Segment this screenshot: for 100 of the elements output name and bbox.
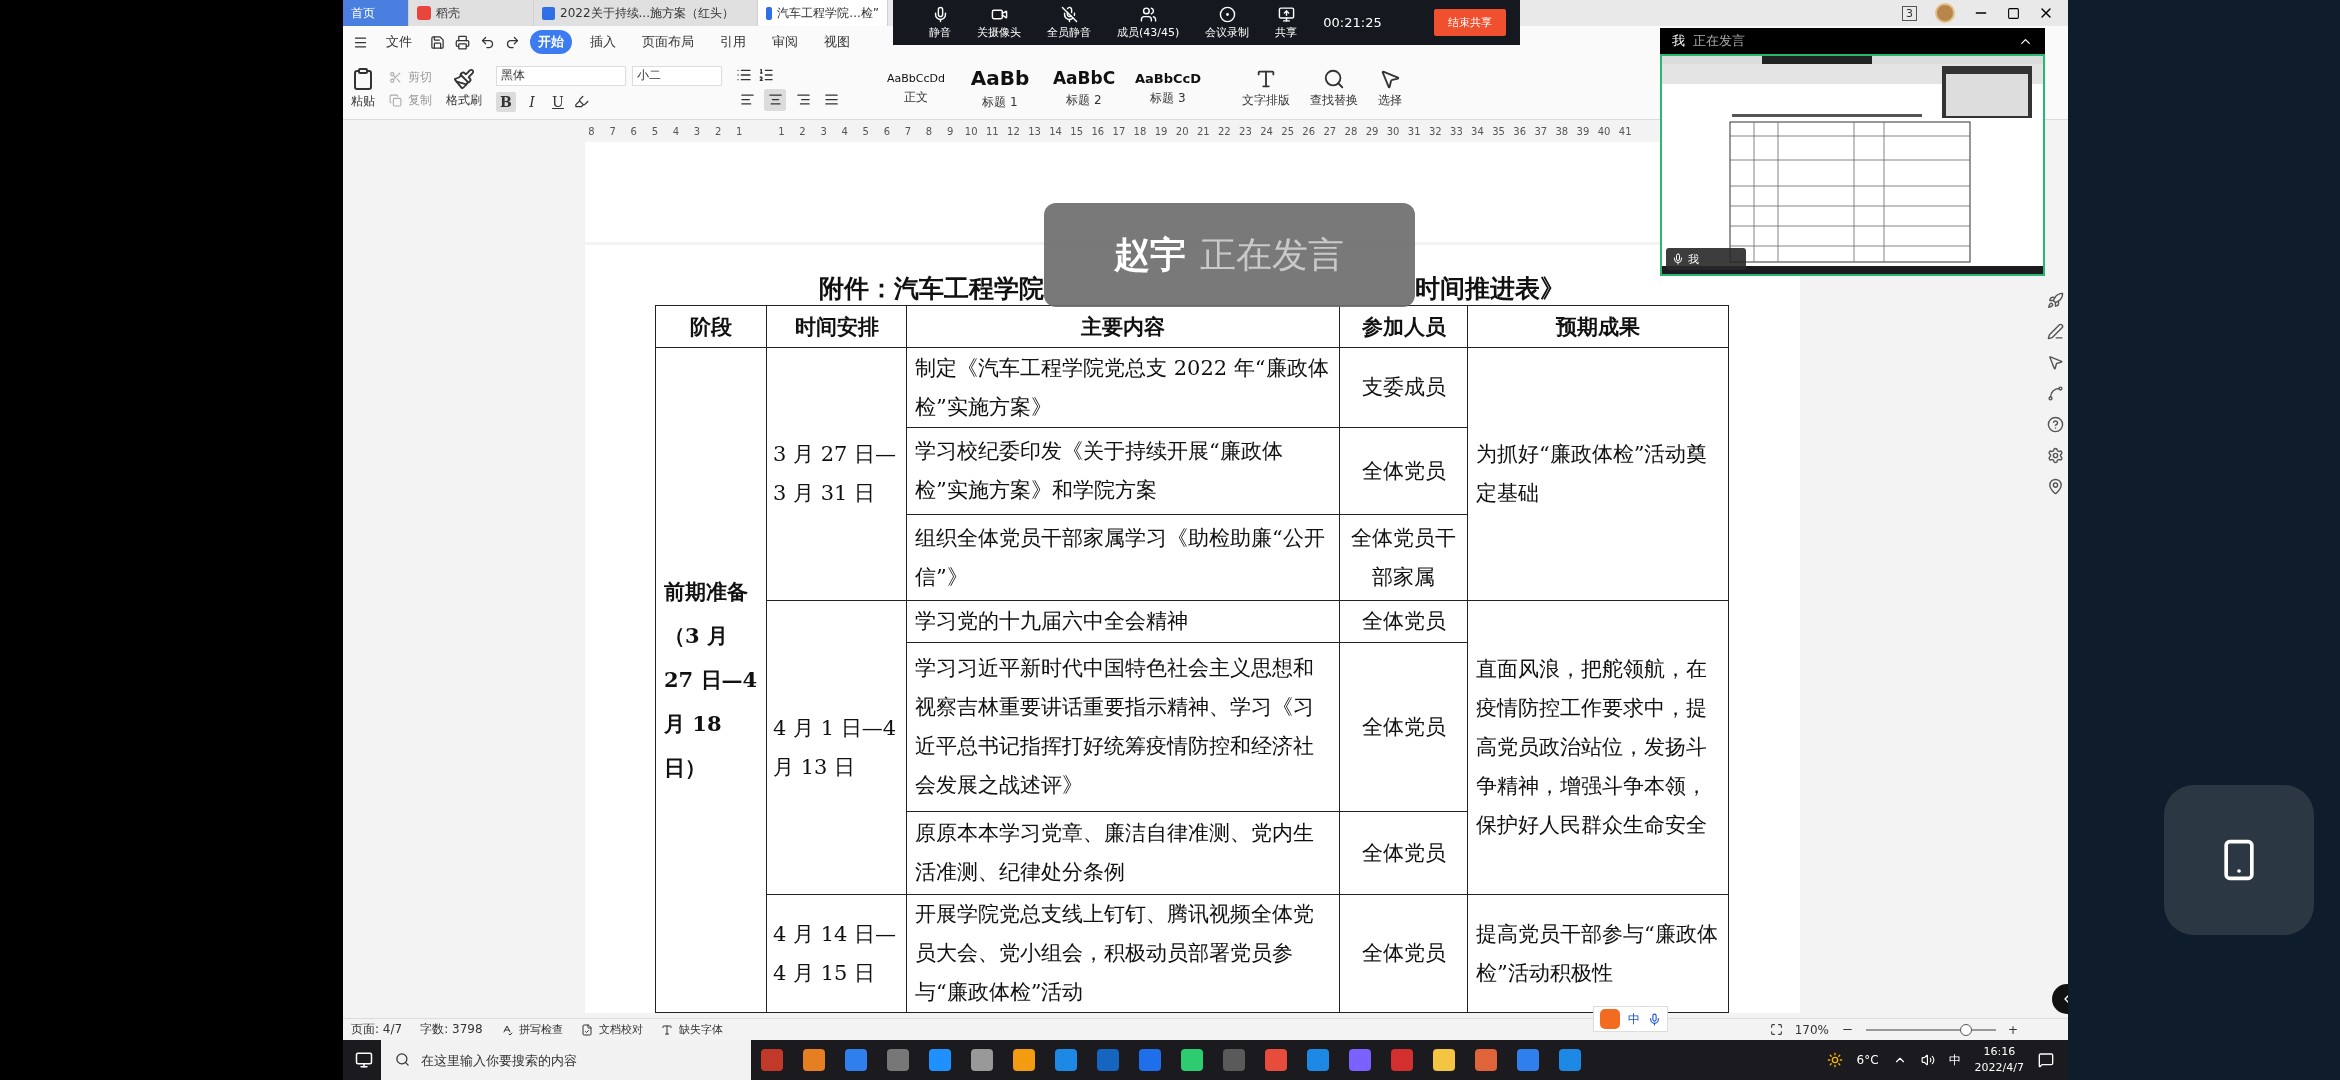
app-tile-icon[interactable]	[1223, 1049, 1245, 1071]
tab[interactable]: 首页	[343, 0, 409, 26]
menu-item[interactable]: 引用	[712, 30, 754, 54]
input-mode[interactable]: 中	[1948, 1051, 1961, 1069]
tab[interactable]: 稻壳	[409, 0, 534, 26]
menu-item[interactable]: 视图	[816, 30, 858, 54]
notification-icon[interactable]	[2038, 1052, 2054, 1068]
clock[interactable]: 16:16 2022/4/7	[1974, 1044, 2024, 1076]
status-button[interactable]: 缺失字体	[678, 1022, 723, 1037]
meeting-button[interactable]: 成员(43/45)	[1117, 24, 1180, 40]
taskbar-search-field[interactable]: 在这里输入你要搜索的内容	[381, 1040, 751, 1080]
app-tile-icon[interactable]	[887, 1049, 909, 1071]
switch-device-button[interactable]	[2164, 785, 2314, 935]
ruler-number: 1	[735, 125, 744, 137]
menu-item[interactable]: 文件	[378, 30, 420, 54]
ruler-number: 41	[1617, 125, 1633, 137]
document-check-icon[interactable]	[580, 1023, 593, 1036]
app-tile-icon[interactable]	[1433, 1049, 1455, 1071]
format-painter-label[interactable]: 格式刷	[446, 92, 482, 109]
pin-icon[interactable]	[2047, 478, 2064, 495]
print-icon[interactable]	[455, 34, 470, 50]
format-button[interactable]: I	[522, 91, 542, 112]
app-tile-icon[interactable]	[1475, 1049, 1497, 1071]
app-tile-icon[interactable]	[1181, 1049, 1203, 1071]
microphone-icon[interactable]	[1648, 1012, 1661, 1026]
format-button[interactable]: U	[548, 91, 568, 112]
settings-icon[interactable]	[2047, 447, 2064, 464]
tab[interactable]: 2022关于持续...施方案（红头）	[534, 0, 758, 26]
meeting-button[interactable]: 全员静音	[1047, 24, 1091, 40]
tool-label[interactable]: 选择	[1378, 92, 1402, 109]
meeting-button[interactable]: 共享	[1275, 24, 1298, 40]
app-tile-icon[interactable]	[971, 1049, 993, 1071]
numbered-list-icon[interactable]	[758, 66, 774, 83]
end-share-button[interactable]: 结束共享	[1434, 9, 1506, 36]
app-tile-icon[interactable]	[1097, 1049, 1119, 1071]
app-tile-icon[interactable]	[1139, 1049, 1161, 1071]
font-size-select[interactable]: 小二	[632, 65, 722, 86]
people-icon[interactable]	[1139, 5, 1157, 23]
speaking-status: 正在发言	[1200, 232, 1344, 277]
paste-icon[interactable]	[351, 67, 375, 91]
text-layout-icon[interactable]	[1255, 68, 1277, 90]
app-tile-icon[interactable]	[1559, 1049, 1581, 1071]
app-tile-icon[interactable]	[929, 1049, 951, 1071]
start-icon[interactable]	[355, 1051, 373, 1069]
volume-icon[interactable]	[1920, 1053, 1935, 1067]
meeting-button[interactable]: 关摄像头	[977, 24, 1021, 40]
search-icon[interactable]	[1323, 68, 1345, 90]
share-screen-icon[interactable]	[1277, 5, 1295, 23]
status-button[interactable]: 文档校对	[598, 1022, 643, 1037]
tool-label[interactable]: 查找替换	[1310, 92, 1358, 109]
menu-item[interactable]: 插入	[582, 30, 624, 54]
style-preset[interactable]: AaBbCcD 标题 3	[1128, 70, 1208, 107]
ruler-number: 3	[692, 125, 702, 137]
app-tile-icon[interactable]	[1517, 1049, 1539, 1071]
tab[interactable]: 汽车工程学院...检”	[758, 0, 888, 26]
style-preset[interactable]: AaBb 标题 1	[960, 66, 1040, 111]
zoom-thumb[interactable]	[1960, 1023, 1973, 1036]
app-tile-icon[interactable]	[1265, 1049, 1287, 1071]
redo-icon[interactable]	[505, 34, 520, 50]
ruler-number: 12	[1006, 125, 1021, 137]
style-preset[interactable]: AaBbCcDd 正文	[876, 71, 956, 106]
style-name: 正文	[904, 88, 928, 106]
align-button[interactable]	[764, 88, 786, 111]
highlighter-icon[interactable]	[574, 94, 589, 109]
record-icon[interactable]	[1218, 5, 1236, 23]
save-icon[interactable]	[430, 34, 445, 50]
font-select[interactable]: 黑体	[496, 65, 626, 86]
paintbrush-icon[interactable]	[453, 68, 475, 90]
undo-icon[interactable]	[480, 34, 495, 50]
app-tile-icon[interactable]	[1349, 1049, 1371, 1071]
pointer-icon[interactable]	[1379, 68, 1401, 90]
fit-icon[interactable]	[1769, 1023, 1783, 1036]
format-button[interactable]: B	[496, 91, 516, 112]
help-icon[interactable]	[2047, 416, 2064, 433]
pointer-icon[interactable]	[2047, 354, 2064, 371]
menu-item[interactable]: 审阅	[764, 30, 806, 54]
zoom-in-button[interactable]: +	[2007, 1022, 2018, 1037]
document-icon	[766, 6, 773, 20]
font-icon[interactable]	[660, 1023, 673, 1036]
menu-item[interactable]: 页面布局	[634, 30, 702, 54]
app-tile-icon[interactable]	[1013, 1049, 1035, 1071]
muted-microphone-icon[interactable]	[1060, 5, 1078, 23]
app-tile-icon[interactable]	[1307, 1049, 1329, 1071]
tool-label[interactable]: 文字排版	[1242, 92, 1290, 109]
app-tile-icon[interactable]	[761, 1049, 783, 1071]
app-tile-icon[interactable]	[803, 1049, 825, 1071]
paste-label[interactable]: 粘贴	[351, 93, 375, 110]
app-tile-icon[interactable]	[845, 1049, 867, 1071]
menu-icon[interactable]	[353, 34, 368, 50]
meeting-button[interactable]: 静音	[929, 24, 951, 40]
connector-icon[interactable]	[2047, 385, 2064, 402]
maximize-icon[interactable]	[2007, 6, 2020, 20]
meeting-button[interactable]: 会议录制	[1205, 24, 1250, 40]
pen-icon[interactable]	[2047, 323, 2064, 340]
style-preset[interactable]: AaBbC 标题 2	[1044, 68, 1124, 109]
status-button[interactable]: 拼写检查	[518, 1022, 563, 1037]
app-tile-icon[interactable]	[1055, 1049, 1077, 1071]
rocket-icon[interactable]	[2047, 292, 2064, 309]
menu-item[interactable]: 开始	[530, 30, 572, 54]
app-tile-icon[interactable]	[1391, 1049, 1413, 1071]
